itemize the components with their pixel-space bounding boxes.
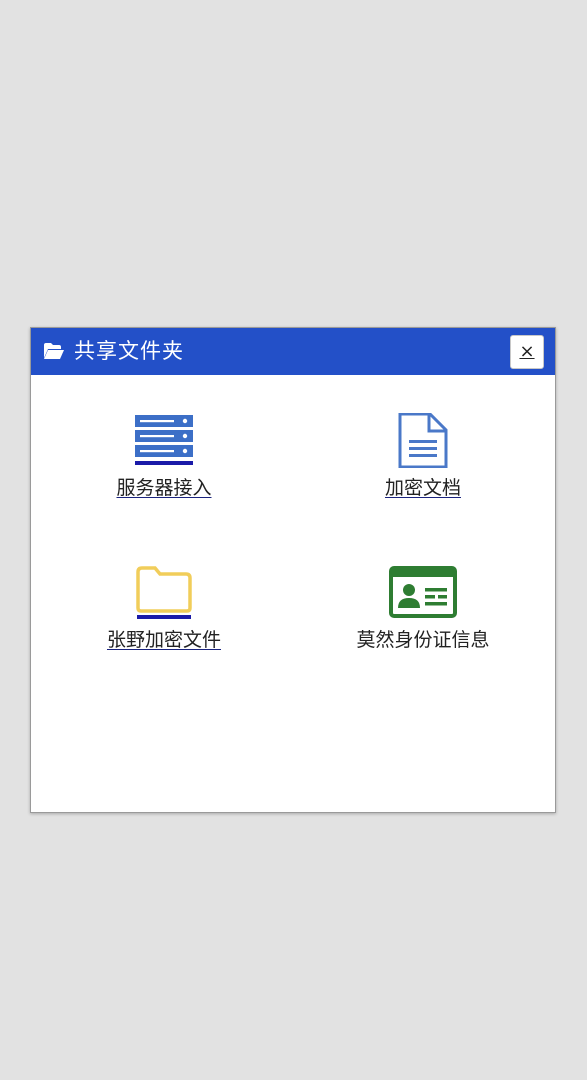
item-label-moran-id-card-info[interactable]: 莫然身份证信息 bbox=[356, 628, 489, 652]
shared-folder-dialog: 共享文件夹 × 服务器接入 加密文档 张野加密文件 莫然身份证信息 bbox=[30, 327, 556, 813]
folder-open-icon bbox=[44, 343, 64, 359]
id-card-icon bbox=[389, 566, 457, 618]
dialog-titlebar: 共享文件夹 × bbox=[31, 328, 555, 375]
document-icon bbox=[398, 413, 448, 468]
item-label-server-access[interactable]: 服务器接入 bbox=[116, 476, 211, 500]
item-label-encrypted-document[interactable]: 加密文档 bbox=[385, 476, 461, 500]
server-icon bbox=[135, 415, 193, 465]
close-button[interactable]: × bbox=[510, 335, 544, 369]
item-encrypted-document[interactable]: 加密文档 bbox=[308, 413, 538, 500]
item-moran-id-card-info[interactable]: 莫然身份证信息 bbox=[308, 566, 538, 652]
dialog-title: 共享文件夹 bbox=[74, 339, 184, 363]
item-server-access[interactable]: 服务器接入 bbox=[49, 413, 279, 500]
item-label-zhangye-encrypted-files[interactable]: 张野加密文件 bbox=[107, 628, 221, 652]
item-zhangye-encrypted-files[interactable]: 张野加密文件 bbox=[49, 566, 279, 652]
folder-icon bbox=[136, 566, 192, 619]
